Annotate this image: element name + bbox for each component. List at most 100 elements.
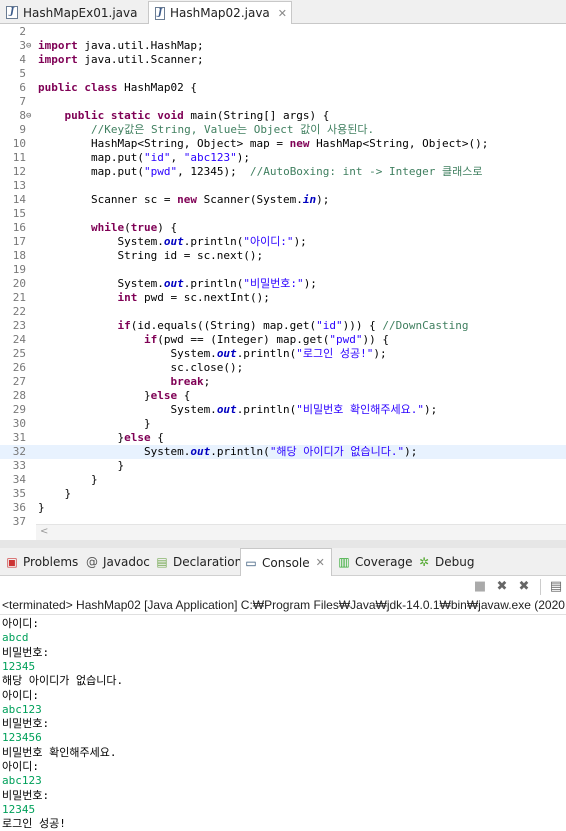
terminate-icon[interactable]: ■ — [472, 579, 488, 595]
code-token: .println( — [236, 347, 297, 360]
tab-debug[interactable]: ✲ Debug — [414, 548, 477, 576]
code-token: } — [38, 431, 125, 444]
code-token: HashMap<String, Object> map = — [38, 137, 290, 150]
code-token: import — [38, 39, 78, 52]
code-token: "id" — [143, 151, 171, 164]
tab-label: Console — [262, 555, 310, 570]
code-line: 7 — [0, 95, 566, 109]
code-token: { — [177, 389, 191, 402]
code-token: ( — [124, 221, 131, 234]
line-number: 26 — [12, 361, 26, 374]
code-text: import java.util.Scanner; — [38, 53, 204, 67]
remove-all-launches-icon[interactable]: ✖ — [516, 579, 532, 595]
code-token: "로그인 성공!" — [296, 347, 374, 360]
close-icon[interactable]: ✕ — [278, 7, 287, 20]
line-number: 12 — [12, 165, 26, 178]
code-token: //DownCasting — [382, 319, 469, 332]
line-number: 30 — [12, 417, 26, 430]
code-line: 14 Scanner sc = new Scanner(System.in); — [0, 193, 566, 207]
tab-coverage[interactable]: ▥ Coverage — [334, 548, 416, 576]
code-line: 23 if(id.equals((String) map.get("id")))… — [0, 319, 566, 333]
code-token: public class — [38, 81, 118, 94]
tab-problems[interactable]: ▣ Problems — [2, 548, 81, 576]
code-line: 36} — [0, 501, 566, 515]
editor-tab-bar: J HashMapEx01.java J HashMap02.java ✕ — [0, 0, 566, 24]
code-token: ; — [203, 375, 211, 388]
code-text: } — [38, 417, 151, 431]
code-text: } — [38, 501, 45, 515]
code-line: 12 map.put("pwd", 12345); //AutoBoxing: … — [0, 165, 566, 179]
editor-tab-hashmapex01[interactable]: J HashMapEx01.java — [0, 1, 146, 24]
coverage-icon: ▥ — [338, 555, 350, 569]
code-line: 5 — [0, 67, 566, 81]
code-token: ); — [424, 403, 438, 416]
console-output[interactable]: 아이디: abcd 비밀번호: 12345 해당 아이디가 없습니다. 아이디: abc12… — [0, 614, 566, 830]
code-token: "아이디:" — [243, 235, 294, 248]
view-tab-bar: ▣ Problems @ Javadoc ▤ Declaration ▭ Con… — [0, 548, 566, 576]
tab-label: Coverage — [355, 555, 413, 569]
code-token: in — [302, 193, 317, 206]
code-token: , — [170, 151, 184, 164]
code-token: "비밀번호 확인해주세요." — [296, 403, 424, 416]
problems-icon: ▣ — [6, 555, 18, 569]
line-number: 10 — [12, 137, 26, 150]
console-line: abcd — [2, 631, 29, 645]
code-text: public class HashMap02 { — [38, 81, 197, 95]
tab-label: Javadoc — [103, 555, 150, 569]
code-text: import java.util.HashMap; — [38, 39, 204, 53]
debug-icon: ✲ — [418, 555, 430, 569]
code-token: "pwd" — [143, 165, 178, 178]
code-token: out — [216, 347, 237, 360]
code-text: } — [38, 459, 124, 473]
code-token: System. — [38, 235, 164, 248]
tab-declaration[interactable]: ▤ Declaration — [152, 548, 245, 576]
code-token: ); — [404, 445, 418, 458]
code-line: 24 if(pwd == (Integer) map.get("pwd")) { — [0, 333, 566, 347]
code-token: (id.equals((String) map.get( — [130, 319, 317, 332]
console-line: 아이디: — [2, 617, 39, 630]
line-number: 6 — [19, 81, 26, 94]
code-token: //AutoBoxing: int -> Integer 클래스로 — [249, 165, 483, 178]
close-icon[interactable]: ✕ — [316, 556, 325, 569]
code-token: else — [124, 431, 151, 444]
line-number: 13 — [12, 179, 26, 192]
code-line: 27 break; — [0, 375, 566, 389]
code-token: true — [130, 221, 158, 234]
code-token: new — [177, 193, 197, 206]
code-text: System.out.println("해당 아이디가 없습니다."); — [38, 445, 417, 459]
tab-console[interactable]: ▭ Console ✕ — [240, 548, 332, 576]
tab-javadoc[interactable]: @ Javadoc — [82, 548, 153, 576]
code-token: if — [117, 319, 131, 332]
code-editor[interactable]: 2 3 ⊖ import java.util.HashMap; 4 import java… — [0, 24, 566, 528]
line-number: 32 — [12, 445, 26, 458]
code-line: 2 — [0, 25, 566, 39]
fold-toggle-icon[interactable]: ⊖ — [26, 109, 36, 123]
line-number: 17 — [12, 235, 26, 248]
code-token: } — [38, 501, 45, 514]
java-file-icon: J — [6, 6, 18, 19]
panel-divider[interactable] — [0, 540, 566, 548]
line-number: 34 — [12, 473, 26, 486]
code-token: .println( — [183, 277, 244, 290]
code-line: 22 — [0, 305, 566, 319]
code-token: new — [289, 137, 310, 150]
editor-tab-hashmap02[interactable]: J HashMap02.java ✕ — [148, 1, 292, 24]
console-line: 아이디: — [2, 760, 39, 773]
code-text: System.out.println("비밀번호:"); — [38, 277, 317, 291]
console-toolbar: ■ ✖ ✖ ▤ — [0, 576, 566, 598]
scroll-lock-icon[interactable]: ▤ — [548, 579, 564, 595]
code-line: 21 int pwd = sc.nextInt(); — [0, 291, 566, 305]
fold-toggle-icon[interactable]: ⊖ — [26, 39, 36, 53]
code-line: 30 } — [0, 417, 566, 431]
code-token: "abc123" — [183, 151, 237, 164]
editor-horizontal-scrollbar[interactable]: < — [36, 524, 566, 540]
scroll-left-icon[interactable]: < — [40, 526, 48, 537]
code-token: } — [38, 389, 151, 402]
remove-launch-icon[interactable]: ✖ — [494, 579, 510, 595]
code-token: ); — [303, 277, 317, 290]
code-token: .println( — [183, 235, 244, 248]
code-token: } — [38, 487, 72, 500]
code-token: ); — [316, 193, 330, 206]
